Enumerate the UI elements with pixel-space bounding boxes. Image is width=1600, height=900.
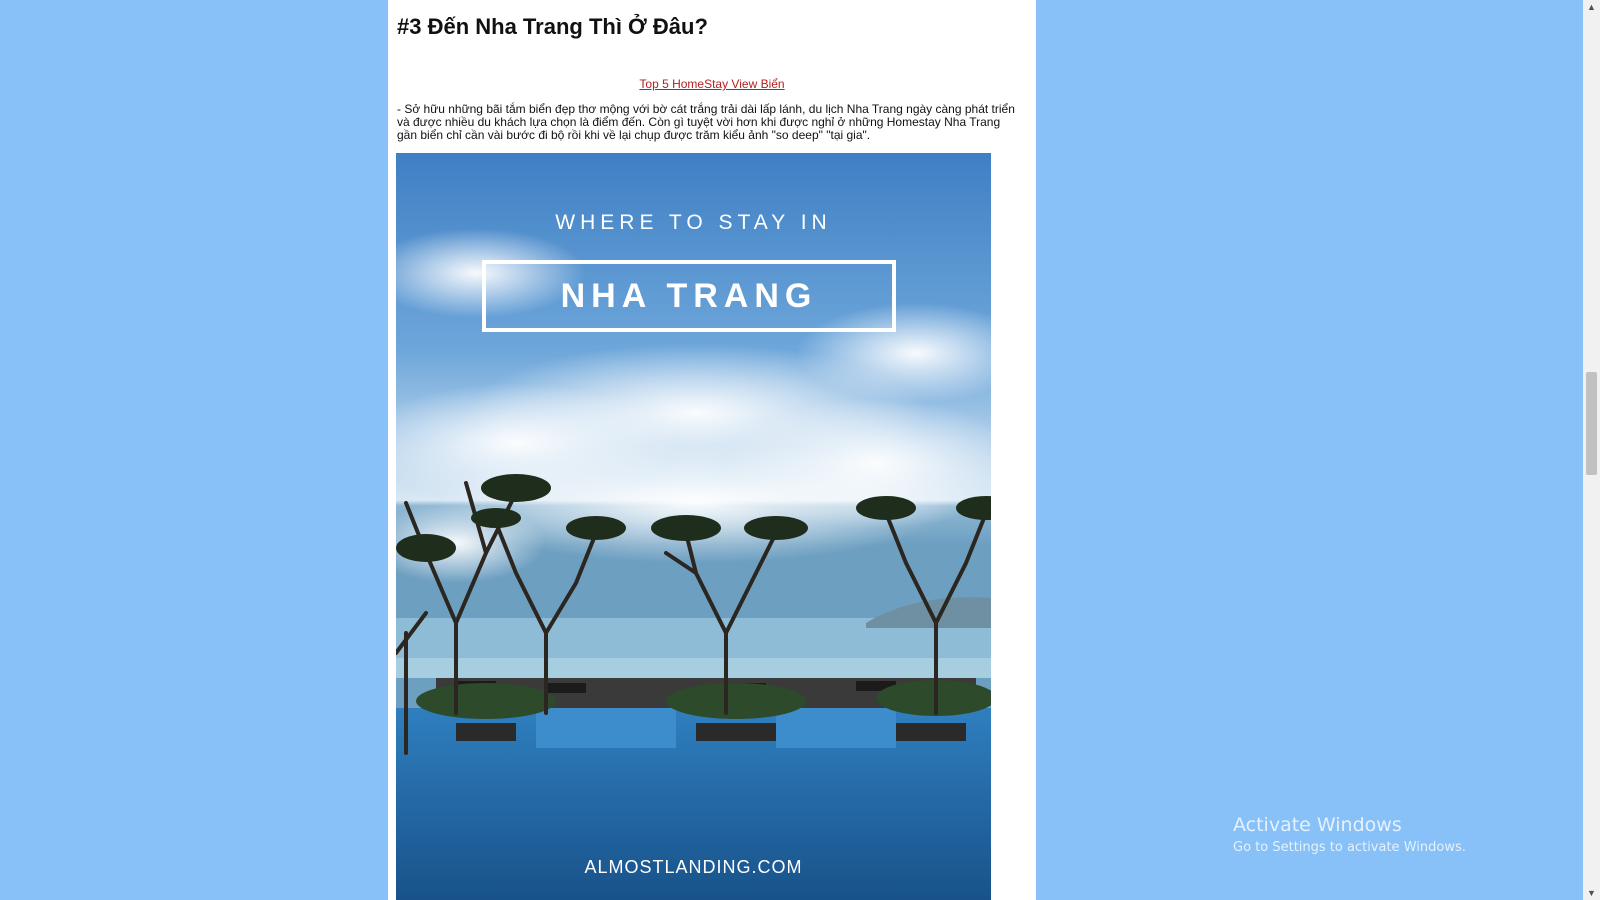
homestay-link[interactable]: Top 5 HomeStay View Biển <box>388 77 1036 91</box>
watermark-title: Activate Windows <box>1233 814 1402 836</box>
hero-site-label: ALMOSTLANDING.COM <box>584 857 803 877</box>
scroll-down-icon[interactable]: ▼ <box>1583 886 1600 900</box>
scrollbar-thumb[interactable] <box>1586 372 1597 475</box>
hero-title-box: NHA TRANG <box>482 260 896 332</box>
vertical-scrollbar[interactable]: ▲ ▼ <box>1583 0 1600 900</box>
hero-title: NHA TRANG <box>560 276 818 315</box>
scroll-up-icon[interactable]: ▲ <box>1583 0 1600 14</box>
article-paragraph: - Sở hữu những bãi tắm biển đẹp thơ mộng… <box>397 102 1015 142</box>
hero-image[interactable]: WHERE TO STAY IN NHA TRANG ALMOSTLANDING… <box>396 153 991 900</box>
watermark-subtitle: Go to Settings to activate Windows. <box>1233 840 1466 855</box>
hero-tagline: WHERE TO STAY IN <box>555 211 832 234</box>
article-page: #3 Đến Nha Trang Thì Ở Đâu? Top 5 HomeSt… <box>388 0 1036 900</box>
article-heading: #3 Đến Nha Trang Thì Ở Đâu? <box>397 14 708 39</box>
activate-windows-watermark: Activate Windows Go to Settings to activ… <box>1233 814 1466 855</box>
